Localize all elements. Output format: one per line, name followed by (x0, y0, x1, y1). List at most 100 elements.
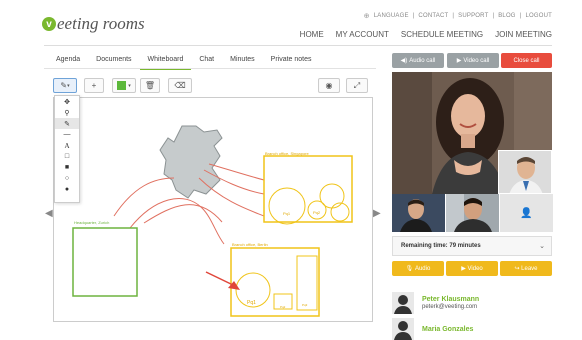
target-button[interactable]: ◉ (318, 78, 340, 93)
whiteboard-drawing (72, 125, 353, 317)
video-call-button[interactable]: ▶ Video call (447, 53, 499, 68)
self-video-image (499, 151, 551, 193)
logo[interactable]: v eeting rooms (42, 14, 145, 34)
participant-thumb-2[interactable] (446, 194, 499, 232)
app-frame: v eeting rooms ⊕ LANGUAGE | CONTACT | SU… (0, 0, 582, 340)
top-links: ⊕ LANGUAGE | CONTACT | SUPPORT | BLOG | … (364, 12, 552, 20)
participant-thumb-3[interactable]: 👤 (500, 194, 553, 232)
text-tool[interactable]: A (55, 140, 79, 151)
avatar-silhouette (394, 295, 412, 314)
pencil-tool-button[interactable]: ✎ ▾ (53, 78, 77, 93)
pin-icon: ⚲ (64, 109, 70, 117)
tab-underline (44, 68, 376, 69)
delete-button[interactable]: 🗑 (140, 78, 160, 93)
line-icon: — (63, 131, 71, 138)
berlin-rect (296, 255, 318, 311)
close-call-button[interactable]: Close call (501, 53, 552, 68)
avatar (392, 318, 414, 340)
logo-text: eeting rooms (57, 14, 145, 33)
chevron-down-icon[interactable]: ⌄ (539, 242, 545, 250)
plus-icon: + (91, 81, 97, 90)
fullscreen-icon: ⤢ (353, 80, 361, 90)
prev-page-arrow[interactable]: ◀ (45, 208, 53, 219)
audio-call-label: Audio call (409, 57, 436, 64)
speaker-icon: ◀) (400, 58, 408, 64)
link-support[interactable]: SUPPORT (458, 13, 488, 19)
circle-outline-icon: ○ (64, 175, 70, 182)
participant-thumb-1[interactable] (392, 194, 445, 232)
nav-home[interactable]: HOME (300, 30, 324, 39)
target-icon: ◉ (325, 81, 333, 90)
audio-call-button[interactable]: ◀) Audio call (392, 53, 444, 68)
rect-outline-tool[interactable]: □ (55, 151, 79, 162)
participant-row[interactable]: Maria Gonzales (392, 318, 473, 340)
berlin-p3-label: Pq3 (302, 303, 308, 307)
leave-button[interactable]: ↪ Leave (500, 261, 552, 276)
self-video-thumb (498, 150, 552, 194)
singapore-label: Branch office, Singapore (265, 151, 309, 156)
remaining-time-value: 79 minutes (449, 243, 481, 249)
nav-schedule-meeting[interactable]: SCHEDULE MEETING (401, 30, 483, 39)
circle-outline-tool[interactable]: ○ (55, 173, 79, 184)
color-swatch (117, 81, 127, 90)
separator: | (519, 13, 522, 19)
berlin-p2-label: Pq2 (280, 305, 286, 309)
text-icon: A (64, 141, 70, 150)
globe-icon: ⊕ (363, 13, 370, 20)
singapore-circle (330, 202, 350, 222)
singapore-circle (268, 187, 306, 225)
singapore-p2-label: Pq2 (313, 210, 321, 215)
red-arrow-line (205, 271, 234, 286)
participant-email: peterk@veeting.com (422, 304, 478, 310)
video-button[interactable]: ▶ Video (446, 261, 498, 276)
participant-thumb-image (392, 194, 445, 232)
next-page-arrow[interactable]: ▶ (373, 208, 381, 219)
pin-tool[interactable]: ⚲ (55, 107, 79, 118)
berlin-label: Branch office, Berlin (232, 242, 268, 247)
singapore-circle (319, 183, 345, 209)
color-picker-button[interactable]: ▾ (112, 78, 136, 93)
link-language[interactable]: LANGUAGE (374, 13, 409, 19)
audio-label: Audio (414, 265, 431, 272)
camera-icon: ▶ (456, 58, 462, 64)
audio-button[interactable]: 🎙 Audio (392, 261, 444, 276)
participant-thumb-image (446, 194, 499, 232)
move-tool[interactable]: ✥ (55, 96, 79, 107)
microphone-icon: 🎙 (405, 266, 415, 272)
link-logout[interactable]: LOGOUT (525, 13, 552, 19)
close-call-label: Close call (513, 57, 540, 64)
logo-mark: v (42, 17, 56, 31)
remaining-time-bar[interactable]: Remaining time: 79 minutes ⌄ (392, 236, 552, 256)
square-filled-icon: ■ (64, 164, 70, 171)
line-tool[interactable]: — (55, 129, 79, 140)
video-call-label: Video call (463, 57, 490, 64)
move-icon: ✥ (64, 98, 70, 106)
nav-join-meeting[interactable]: JOIN MEETING (495, 30, 552, 39)
nav-my-account[interactable]: MY ACCOUNT (336, 30, 389, 39)
link-contact[interactable]: CONTACT (418, 13, 448, 19)
main-nav: HOME MY ACCOUNT SCHEDULE MEETING JOIN ME… (300, 30, 552, 39)
add-button[interactable]: + (84, 78, 104, 93)
rect-filled-tool[interactable]: ■ (55, 162, 79, 173)
remaining-time-label: Remaining time: (401, 243, 448, 249)
video-label: Video (467, 265, 483, 272)
participant-name: Maria Gonzales (422, 325, 474, 333)
avatar-silhouette (394, 321, 412, 340)
leave-label: Leave (521, 265, 538, 272)
pencil-icon: ✎ (60, 81, 68, 90)
whiteboard-canvas[interactable]: Headquarter, Zurich Branch office, Singa… (53, 97, 373, 322)
fullscreen-button[interactable]: ⤢ (346, 78, 368, 93)
avatar (392, 292, 414, 314)
participant-row[interactable]: Peter Klausmann peterk@veeting.com (392, 292, 479, 314)
eraser-button[interactable]: ⌫ (168, 78, 192, 93)
square-outline-icon: □ (64, 153, 70, 160)
user-placeholder-icon: 👤 (520, 207, 533, 219)
pencil-tool[interactable]: ✎ (55, 118, 79, 129)
participant-name: Peter Klausmann (422, 296, 480, 303)
hq-box (72, 227, 138, 297)
red-curve (113, 177, 175, 217)
berlin-p1-label: Pq1 (247, 300, 256, 306)
pencil-icon: ✎ (64, 120, 70, 128)
link-blog[interactable]: BLOG (498, 13, 515, 19)
circle-filled-tool[interactable]: ● (55, 184, 79, 195)
